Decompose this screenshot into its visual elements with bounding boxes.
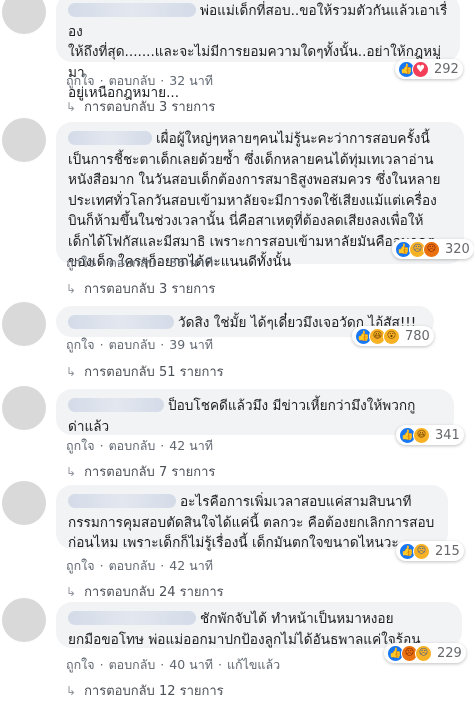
- avatar[interactable]: [2, 481, 46, 525]
- replies-label: การตอบกลับ 12 รายการ: [84, 684, 224, 699]
- view-replies-link[interactable]: ↳ การตอบกลับ 51 รายการ: [66, 361, 224, 382]
- view-replies-link[interactable]: ↳ การตอบกลับ 3 รายการ: [66, 96, 215, 117]
- commenter-name-redacted[interactable]: [68, 398, 164, 412]
- avatar[interactable]: [2, 386, 46, 430]
- timestamp[interactable]: 32 นาที: [169, 73, 213, 88]
- reaction-count: 215: [435, 543, 460, 559]
- comment-actions: ถูกใจ · ตอบกลับ · 32 นาที: [66, 73, 213, 88]
- view-replies-link[interactable]: ↳ การตอบกลับ 24 รายการ: [66, 581, 224, 602]
- reply-arrow-icon: ↳: [66, 365, 77, 379]
- reply-link[interactable]: ตอบกลับ: [109, 438, 156, 453]
- reply-arrow-icon: ↳: [66, 465, 77, 479]
- reaction-summary[interactable]: 👍 ♥ 292: [395, 59, 463, 79]
- reply-link[interactable]: ตอบกลับ: [109, 657, 156, 672]
- commenter-name-redacted[interactable]: [68, 494, 176, 508]
- reply-link[interactable]: ตอบกลับ: [109, 337, 156, 352]
- replies-label: การตอบกลับ 7 รายการ: [84, 465, 216, 480]
- timestamp[interactable]: 40 นาที: [169, 657, 213, 672]
- timestamp[interactable]: 36 นาที: [169, 255, 213, 270]
- replies-label: การตอบกลับ 51 รายการ: [84, 365, 224, 380]
- reaction-count: 780: [405, 328, 430, 344]
- like-link[interactable]: ถูกใจ: [66, 73, 95, 88]
- comment-bubble: ชักพักจับได้ ทำหน้าเป็นหมาหงอย ยกมือขอโท…: [56, 602, 462, 648]
- timestamp[interactable]: 42 นาที: [169, 558, 213, 573]
- reaction-summary[interactable]: 👍 ☹ 215: [396, 541, 464, 561]
- view-replies-link[interactable]: ↳ การตอบกลับ 12 รายการ: [66, 680, 224, 701]
- reply-link[interactable]: ตอบกลับ: [109, 73, 156, 88]
- reaction-summary[interactable]: 👍 😆 341: [396, 425, 464, 445]
- comment-actions: ถูกใจ · ตอบกลับ · 36 นาที: [66, 255, 213, 270]
- replies-label: การตอบกลับ 24 รายการ: [84, 585, 224, 600]
- like-link[interactable]: ถูกใจ: [66, 558, 95, 573]
- angry-reaction-icon: ☹: [423, 240, 440, 258]
- comment-actions: ถูกใจ · ตอบกลับ · 42 นาที: [66, 438, 213, 453]
- timestamp[interactable]: 39 นาที: [169, 337, 213, 352]
- view-replies-link[interactable]: ↳ การตอบกลับ 3 รายการ: [66, 278, 215, 299]
- reaction-count: 229: [437, 645, 462, 661]
- replies-label: การตอบกลับ 3 รายการ: [84, 100, 216, 115]
- replies-label: การตอบกลับ 3 รายการ: [84, 282, 216, 297]
- comment-bubble: ป็อบโชคดีแล้วมึง มีข่าวเหี้ยกว่ามึงให้พว…: [56, 389, 454, 435]
- avatar[interactable]: [2, 0, 46, 34]
- reaction-summary[interactable]: 👍 ☹ ☹ 320: [392, 239, 474, 259]
- like-link[interactable]: ถูกใจ: [66, 438, 95, 453]
- reply-link[interactable]: ตอบกลับ: [109, 255, 156, 270]
- reaction-summary[interactable]: 👍 ☹ ☹ 229: [384, 643, 466, 663]
- comment-actions: ถูกใจ · ตอบกลับ · 39 นาที: [66, 337, 213, 352]
- avatar[interactable]: [2, 598, 46, 642]
- timestamp[interactable]: 42 นาที: [169, 438, 213, 453]
- comment-bubble: อะไรคือการเพิ่มเวลาสอบแค่สามสิบนาที กรรม…: [56, 485, 448, 551]
- sad-reaction-icon: ☹: [413, 542, 430, 560]
- love-reaction-icon: ♥: [412, 60, 429, 78]
- sad-reaction-icon: ☹: [415, 644, 432, 662]
- edited-label[interactable]: แก้ไขแล้ว: [227, 657, 280, 672]
- reaction-summary[interactable]: 👍 😆 😮 780: [352, 326, 434, 346]
- commenter-name-redacted[interactable]: [68, 131, 152, 145]
- commenter-name-redacted[interactable]: [68, 3, 196, 17]
- reaction-count: 320: [445, 241, 470, 257]
- like-link[interactable]: ถูกใจ: [66, 657, 95, 672]
- view-replies-link[interactable]: ↳ การตอบกลับ 7 รายการ: [66, 461, 215, 482]
- reply-link[interactable]: ตอบกลับ: [109, 558, 156, 573]
- comment-actions: ถูกใจ · ตอบกลับ · 42 นาที: [66, 558, 213, 573]
- comment-actions: ถูกใจ · ตอบกลับ · 40 นาที · แก้ไขแล้ว: [66, 657, 281, 672]
- commenter-name-redacted[interactable]: [68, 315, 174, 329]
- reaction-count: 341: [435, 427, 460, 443]
- reply-arrow-icon: ↳: [66, 282, 77, 296]
- avatar[interactable]: [2, 118, 46, 162]
- reply-arrow-icon: ↳: [66, 585, 77, 599]
- haha-reaction-icon: 😆: [413, 426, 430, 444]
- commenter-name-redacted[interactable]: [68, 611, 196, 625]
- reply-arrow-icon: ↳: [66, 100, 77, 114]
- like-link[interactable]: ถูกใจ: [66, 255, 95, 270]
- comment-text: เผื่อผู้ใหญ่ๆหลายๆคนไม่รู้นะคะว่าการสอบค…: [68, 131, 441, 270]
- reaction-count: 292: [434, 61, 459, 77]
- like-link[interactable]: ถูกใจ: [66, 337, 95, 352]
- avatar[interactable]: [2, 302, 46, 346]
- comment-bubble: พ่อแม่เด็กที่สอบ..ขอให้รวมตัวกันแล้วเอาเ…: [56, 0, 460, 101]
- wow-reaction-icon: 😮: [383, 327, 400, 345]
- reply-arrow-icon: ↳: [66, 684, 77, 698]
